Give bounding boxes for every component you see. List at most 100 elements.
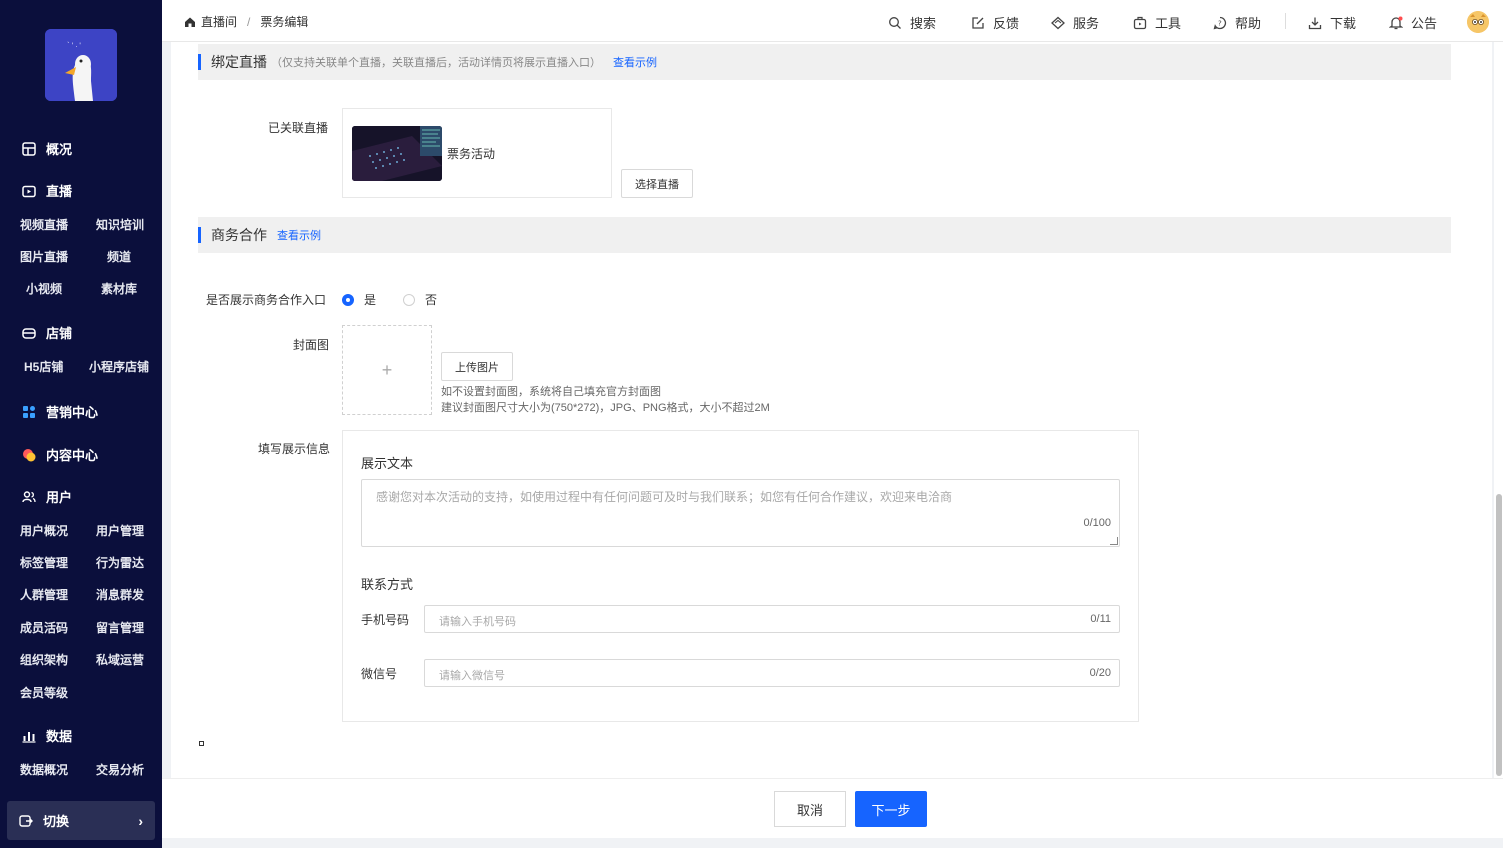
main-content: 绑定直播 （仅支持关联单个直播，关联直播后，活动详情页将展示直播入口） 查看示例… <box>171 42 1492 778</box>
nav-content[interactable]: 内容中心 <box>22 445 98 464</box>
sidebar-item-crowd-management[interactable]: 人群管理 <box>20 586 68 603</box>
upload-image-button[interactable]: 上传图片 <box>441 352 513 381</box>
section-accent-bar <box>198 227 201 243</box>
nav-overview[interactable]: 概况 <box>22 139 72 158</box>
top-feedback-label: 反馈 <box>993 16 1020 31</box>
section-title-bind-live: 绑定直播 <box>211 54 267 70</box>
sidebar-item-photo-live[interactable]: 图片直播 <box>20 248 68 265</box>
contact-heading: 联系方式 <box>361 577 414 592</box>
resize-handle-icon[interactable] <box>1110 537 1118 545</box>
nav-overview-label: 概况 <box>46 142 73 157</box>
display-text-placeholder: 感谢您对本次活动的支持，如使用过程中有任何问题可及时与我们联系；如您有任何合作建… <box>376 490 953 504</box>
radio-no-dot[interactable] <box>403 293 415 306</box>
bottom-strip <box>162 838 1503 848</box>
nav-content-label: 内容中心 <box>46 448 99 463</box>
footer-actions: 取消 下一步 <box>162 778 1503 838</box>
switch-button[interactable]: 切换 › <box>7 801 155 840</box>
chevron-right-icon: › <box>138 812 143 829</box>
radio-yes[interactable]: 是 <box>342 291 376 308</box>
sidebar-item-private-domain[interactable]: 私域运营 <box>96 651 144 668</box>
bell-icon <box>1388 16 1404 30</box>
top-download[interactable]: 下载 <box>1308 13 1356 32</box>
top-help[interactable]: ? 帮助 <box>1213 13 1261 32</box>
radio-yes-dot[interactable] <box>342 293 354 306</box>
sidebar-item-channel[interactable]: 频道 <box>107 248 131 265</box>
scrollbar-thumb[interactable] <box>1496 494 1502 776</box>
radio-no[interactable]: 否 <box>403 291 437 308</box>
sidebar-item-mass-message[interactable]: 消息群发 <box>96 586 144 603</box>
top-tools[interactable]: 工具 <box>1133 13 1181 32</box>
wechat-input[interactable]: 请输入微信号 0/20 <box>424 659 1120 687</box>
diamond-icon <box>1051 16 1065 30</box>
home-icon[interactable] <box>184 16 196 28</box>
sidebar-item-member-qrcode[interactable]: 成员活码 <box>20 619 68 636</box>
section-header-business: 商务合作 查看示例 <box>198 217 1451 253</box>
cancel-button[interactable]: 取消 <box>774 791 846 827</box>
help-icon: ? <box>1213 16 1227 30</box>
top-feedback[interactable]: 反馈 <box>971 13 1019 32</box>
top-notice-label: 公告 <box>1411 16 1438 31</box>
display-text-textarea[interactable]: 感谢您对本次活动的支持，如使用过程中有任何问题可及时与我们联系；如您有任何合作建… <box>361 479 1120 547</box>
nav-marketing[interactable]: 营销中心 <box>22 402 98 421</box>
view-example-link-bind-live[interactable]: 查看示例 <box>613 54 657 70</box>
breadcrumb-live-room[interactable]: 直播间 <box>201 13 237 30</box>
sidebar-item-trade-analysis[interactable]: 交易分析 <box>96 761 144 778</box>
plus-icon: + <box>381 359 393 380</box>
section-accent-bar <box>198 54 201 70</box>
overview-icon <box>22 141 36 156</box>
breadcrumb-separator: / <box>247 14 251 29</box>
sidebar-item-tag-management[interactable]: 标签管理 <box>20 554 68 571</box>
top-notice[interactable]: 公告 <box>1388 13 1438 32</box>
top-service-label: 服务 <box>1073 16 1100 31</box>
nav-data-label: 数据 <box>46 729 73 744</box>
top-help-label: 帮助 <box>1235 16 1262 31</box>
sidebar-item-miniprogram-shop[interactable]: 小程序店铺 <box>89 358 149 375</box>
nav-users-label: 用户 <box>46 490 73 505</box>
svg-text:` ' . ': ` ' . ' <box>67 42 81 49</box>
sidebar-item-h5-shop[interactable]: H5店铺 <box>24 358 63 375</box>
sidebar-item-behavior-radar[interactable]: 行为雷达 <box>96 554 144 571</box>
section-header-bind-live: 绑定直播 （仅支持关联单个直播，关联直播后，活动详情页将展示直播入口） 查看示例 <box>198 44 1451 80</box>
select-live-button[interactable]: 选择直播 <box>621 169 693 198</box>
nav-live[interactable]: 直播 <box>22 181 72 200</box>
linked-live-label: 已关联直播 <box>268 121 329 135</box>
section-note-bind-live: （仅支持关联单个直播，关联直播后，活动详情页将展示直播入口） <box>271 57 601 69</box>
app-logo[interactable]: ` ' . ' <box>45 29 117 101</box>
top-tools-label: 工具 <box>1155 16 1182 31</box>
sidebar-item-materials[interactable]: 素材库 <box>101 280 137 297</box>
cover-hint-2: 建议封面图尺寸大小为(750*272)，JPG、PNG格式，大小不超过2M <box>441 402 770 414</box>
sidebar: ` ' . ' 概况 直播 视频直播 知识培训 图片直播 频道 小视频 素材库 … <box>0 0 162 848</box>
nav-users[interactable]: 用户 <box>22 487 72 506</box>
top-search-label: 搜索 <box>910 16 937 31</box>
display-text-heading: 展示文本 <box>361 456 414 471</box>
top-search[interactable]: 搜索 <box>888 13 936 32</box>
live-thumbnail <box>352 126 442 181</box>
phone-input[interactable]: 请输入手机号码 0/11 <box>424 605 1120 633</box>
sidebar-item-video-live[interactable]: 视频直播 <box>20 216 68 233</box>
cover-label: 封面图 <box>293 338 330 352</box>
display-info-panel: 展示文本 感谢您对本次活动的支持，如使用过程中有任何问题可及时与我们联系；如您有… <box>342 430 1139 722</box>
display-text-counter: 0/100 <box>1083 517 1111 529</box>
linked-live-name: 票务活动 <box>447 147 496 161</box>
sidebar-item-user-management[interactable]: 用户管理 <box>96 522 144 539</box>
top-service[interactable]: 服务 <box>1051 13 1099 32</box>
nav-live-label: 直播 <box>46 184 73 199</box>
shop-icon <box>22 326 36 340</box>
sidebar-item-user-overview[interactable]: 用户概况 <box>20 522 68 539</box>
sidebar-item-short-video[interactable]: 小视频 <box>26 280 62 297</box>
sidebar-item-training[interactable]: 知识培训 <box>96 216 144 233</box>
phone-counter: 0/11 <box>1090 613 1111 625</box>
top-bar: 直播间 / 票务编辑 搜索 反馈 服务 工具 ? 帮助 下载 公告 <box>162 0 1503 42</box>
sidebar-item-member-level[interactable]: 会员等级 <box>20 684 68 701</box>
nav-shop[interactable]: 店铺 <box>22 323 72 342</box>
cover-upload-area[interactable]: + <box>342 325 432 415</box>
view-example-link-business[interactable]: 查看示例 <box>277 227 321 243</box>
sidebar-item-data-overview[interactable]: 数据概况 <box>20 761 68 778</box>
sidebar-item-org-structure[interactable]: 组织架构 <box>20 651 68 668</box>
next-step-button[interactable]: 下一步 <box>855 791 927 827</box>
sidebar-item-comment-management[interactable]: 留言管理 <box>96 619 144 636</box>
breadcrumb: 直播间 / 票务编辑 <box>184 13 308 30</box>
user-avatar[interactable] <box>1467 11 1489 33</box>
nav-data[interactable]: 数据 <box>22 726 72 745</box>
phone-placeholder: 请输入手机号码 <box>439 616 516 628</box>
